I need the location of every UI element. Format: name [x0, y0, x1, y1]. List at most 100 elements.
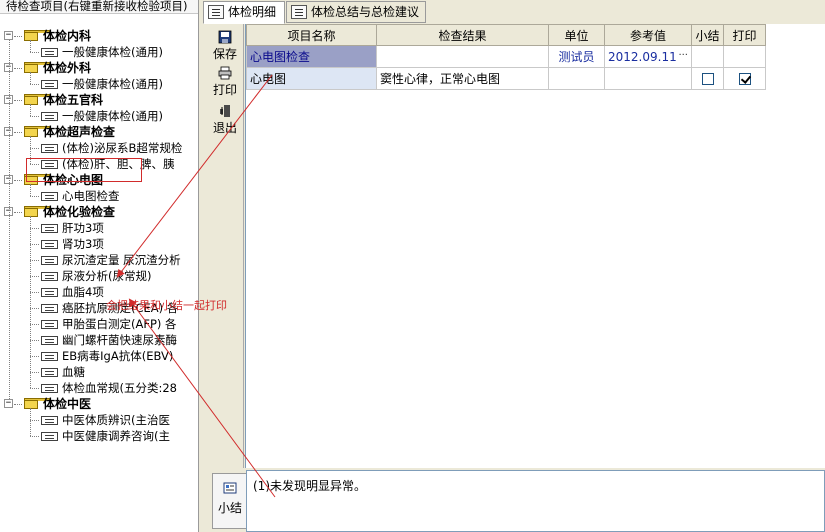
- tree-item[interactable]: 肾功3项: [62, 236, 104, 252]
- col-header-print[interactable]: 打印: [723, 24, 766, 46]
- cell-print[interactable]: [723, 45, 766, 68]
- tree-connector: [30, 408, 31, 436]
- annotation-text: 会把结果和小结一起打印: [106, 299, 227, 312]
- tree-connector: [30, 292, 39, 293]
- collapse-toggle-icon[interactable]: −: [4, 31, 13, 40]
- exam-item-icon: [41, 432, 58, 441]
- tree-item[interactable]: 血脂4项: [62, 284, 104, 300]
- tree-connector: [14, 68, 22, 69]
- exam-item-icon: [41, 368, 58, 377]
- exam-items-tree-panel: 待检查项目(右键重新接收检验项目) − 体检内科 一般健康体检(通用) − 体检外科 一般…: [0, 0, 199, 532]
- exam-item-icon: [41, 48, 58, 57]
- folder-icon: [24, 62, 50, 73]
- tree-group-2[interactable]: 体检五官科: [43, 92, 103, 108]
- save-button[interactable]: 保存: [206, 30, 244, 62]
- cell-unit[interactable]: [548, 67, 605, 90]
- tree-item[interactable]: 血糖: [62, 364, 85, 380]
- tree-connector: [14, 212, 22, 213]
- ellipsis-button[interactable]: ···: [678, 50, 688, 61]
- summary-side-tab[interactable]: 小结: [212, 473, 248, 529]
- cell-reference[interactable]: [604, 67, 692, 90]
- table-row[interactable]: 心电图检查 测试员 2012.09.11 ···: [246, 45, 766, 68]
- tree-item[interactable]: 心电图检查: [62, 188, 120, 204]
- col-header-reference[interactable]: 参考值: [604, 24, 692, 46]
- print-button[interactable]: 打印: [206, 66, 244, 98]
- tree-item[interactable]: 一般健康体检(通用): [62, 76, 163, 92]
- tree-connector: [14, 36, 22, 37]
- tree-connector: [30, 40, 31, 52]
- folder-icon: [24, 398, 50, 409]
- tree-connector: [14, 404, 22, 405]
- exam-item-icon: [41, 352, 58, 361]
- tree-group-1[interactable]: 体检外科: [43, 60, 91, 76]
- tab-exam-details[interactable]: 体检明细: [203, 1, 285, 24]
- tree-item[interactable]: 尿液分析(尿常规): [62, 268, 151, 284]
- tree-item[interactable]: 甲胎蛋白测定(AFP) 各: [62, 316, 177, 332]
- grid-header-row: 项目名称 检查结果 单位 参考值 小结 打印: [246, 24, 766, 46]
- tree-item[interactable]: (体检)泌尿系B超常规检: [62, 140, 182, 156]
- col-header-item-name[interactable]: 项目名称: [246, 24, 377, 46]
- col-header-unit[interactable]: 单位: [548, 24, 605, 46]
- summary-checkbox[interactable]: [701, 73, 714, 85]
- tree-item[interactable]: 中医体质辨识(主治医: [62, 412, 170, 428]
- cell-unit[interactable]: 测试员: [548, 45, 605, 68]
- folder-icon: [24, 126, 50, 137]
- tree-connector: [30, 372, 39, 373]
- print-label: 打印: [212, 83, 237, 97]
- col-header-result[interactable]: 检查结果: [376, 24, 549, 46]
- tree-title: 待检查项目(右键重新接收检验项目): [0, 0, 198, 14]
- exam-item-icon: [41, 240, 58, 249]
- tree-item[interactable]: 体检血常规(五分类:28: [62, 380, 177, 396]
- cell-summary[interactable]: [691, 45, 724, 68]
- tab-exam-summary[interactable]: 体检总结与总检建议: [286, 1, 426, 23]
- cell-reference[interactable]: 2012.09.11 ···: [604, 45, 692, 68]
- tree-connector: [30, 184, 31, 196]
- cell-reference-value: 2012.09.11: [608, 49, 677, 64]
- tree-group-6[interactable]: 体检中医: [43, 396, 91, 412]
- exit-button[interactable]: 退出: [206, 104, 244, 136]
- tree-connector: [30, 388, 39, 389]
- exit-door-icon: [220, 105, 230, 117]
- tree-item[interactable]: 幽门螺杆菌快速尿素酶: [62, 332, 177, 348]
- tree-connector: [30, 196, 39, 197]
- tree-item[interactable]: 中医健康调养咨询(主: [62, 428, 170, 444]
- tree-item[interactable]: 尿沉渣定量 尿沉渣分析: [62, 252, 181, 268]
- tree-item[interactable]: 一般健康体检(通用): [62, 44, 163, 60]
- tree-item[interactable]: EB病毒IgA抗体(EBV): [62, 348, 173, 364]
- tree-group-0[interactable]: 体检内科: [43, 28, 91, 44]
- summary-card-icon: [223, 482, 237, 494]
- tree-connector: [14, 132, 22, 133]
- tree-connector: [30, 148, 39, 149]
- tree-connector: [14, 180, 22, 181]
- cell-print[interactable]: [723, 67, 766, 90]
- folder-icon: [24, 30, 50, 41]
- tree-connector: [30, 356, 39, 357]
- tree-group-3[interactable]: 体检超声检查: [43, 124, 115, 140]
- cell-summary[interactable]: [691, 67, 724, 90]
- cell-result[interactable]: 窦性心律，正常心电图: [376, 67, 549, 90]
- tree-connector: [30, 52, 39, 53]
- tree-connector: [30, 276, 39, 277]
- cell-result[interactable]: [376, 45, 549, 68]
- save-label: 保存: [212, 47, 237, 61]
- print-checkbox[interactable]: [738, 73, 751, 85]
- tree-connector: [30, 324, 39, 325]
- summary-text-area[interactable]: (1)未发现明显异常。: [246, 470, 825, 532]
- table-row[interactable]: 心电图 窦性心律，正常心电图: [246, 67, 766, 90]
- folder-icon: [24, 94, 50, 105]
- tree-item[interactable]: 肝功3项: [62, 220, 104, 236]
- cell-item-name[interactable]: 心电图检查: [246, 45, 377, 68]
- col-header-summary[interactable]: 小结: [691, 24, 724, 46]
- exam-item-icon: [41, 336, 58, 345]
- tree-connector: [30, 420, 39, 421]
- exam-item-icon: [41, 192, 58, 201]
- exam-item-icon: [41, 288, 58, 297]
- cell-item-name[interactable]: 心电图: [246, 67, 377, 90]
- tab-exam-summary-label: 体检总结与总检建议: [311, 5, 420, 19]
- exam-item-icon: [41, 224, 58, 233]
- summary-panel: 小结 (1)未发现明显异常。: [204, 470, 825, 532]
- tree-group-5[interactable]: 体检化验检查: [43, 204, 115, 220]
- collapse-toggle-icon[interactable]: −: [4, 399, 13, 408]
- tab-exam-details-label: 体检明细: [228, 5, 277, 19]
- tree-item[interactable]: 一般健康体检(通用): [62, 108, 163, 124]
